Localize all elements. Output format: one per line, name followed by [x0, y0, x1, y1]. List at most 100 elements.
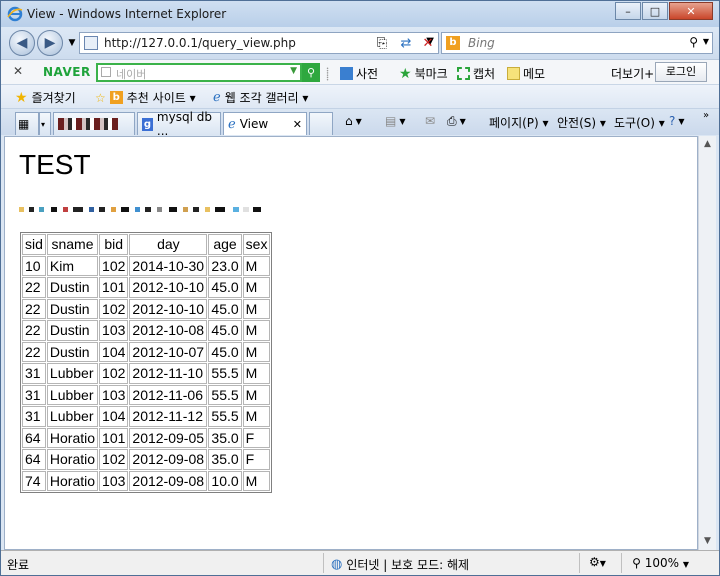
suggested-sites-link[interactable]: ☆ b 추천 사이트 ▾ [95, 89, 196, 106]
maximize-button[interactable]: □ [642, 2, 668, 20]
table-header-row: sid sname bid day age sex [22, 234, 271, 255]
home-button[interactable]: ⌂ ▼ [345, 114, 362, 128]
naver-more-button[interactable]: 더보기+ [611, 65, 654, 82]
query-results-table: sid sname bid day age sex 10 Kim 102 2014-1… [20, 232, 273, 493]
cell-sid: 22 [22, 277, 46, 298]
page-content: TEST sid sname bid day age sex 10 Kim 10… [4, 136, 698, 550]
stop-icon[interactable]: ✕ [419, 34, 437, 52]
search-icon[interactable]: ⚲ [689, 35, 698, 49]
naver-dictionary-button[interactable]: 사전 [340, 65, 378, 82]
security-zone[interactable]: ◍ 인터넷 | 보호 모드: 해제 [331, 556, 469, 573]
scroll-down-icon[interactable]: ▼ [699, 533, 716, 550]
cell-sex: M [242, 320, 271, 341]
window-title: View - Windows Internet Explorer [27, 7, 227, 21]
cell-sid: 31 [22, 384, 46, 405]
naver-search-placeholder[interactable]: 네이버 [116, 66, 146, 82]
naver-search-option-icon[interactable] [101, 67, 111, 77]
help-button[interactable]: ? ▼ [669, 114, 685, 128]
table-row: 31 Lubber 103 2012-11-06 55.5 M [22, 384, 271, 405]
tab-view[interactable]: ℯ View ✕ [223, 112, 307, 135]
cell-age: 10.0 [208, 470, 242, 491]
feeds-dropdown-icon: ▼ [399, 116, 406, 126]
title-bar: View - Windows Internet Explorer – □ ✕ [1, 1, 719, 27]
memo-icon [507, 67, 520, 80]
cell-sname: Kim [46, 255, 99, 276]
tools-menu[interactable]: 도구(O) ▾ [614, 114, 665, 131]
security-settings-icon[interactable]: ⚙▼ [589, 555, 606, 569]
cell-age: 45.0 [208, 341, 242, 362]
cell-bid: 102 [99, 363, 129, 384]
search-dropdown-icon[interactable]: ▼ [703, 37, 709, 46]
zoom-level[interactable]: ⚲ 100% ▼ [632, 556, 689, 570]
back-button[interactable]: ◀ [9, 30, 35, 56]
print-button[interactable]: ⎙ ▼ [447, 114, 466, 129]
suggested-sites-label: 추천 사이트 ▾ [126, 91, 196, 105]
address-url[interactable]: http://127.0.0.1/query_view.php [104, 36, 296, 50]
cell-sname: Dustin [46, 298, 99, 319]
cell-sname: Lubber [46, 384, 99, 405]
close-tab-icon[interactable]: ✕ [293, 118, 302, 131]
compatibility-view-icon[interactable]: ⎘ [373, 34, 391, 52]
cell-bid: 101 [99, 277, 129, 298]
naver-logo[interactable]: NAVER [43, 65, 91, 79]
favorites-star-icon: ★ [15, 89, 28, 106]
new-tab-button[interactable] [309, 112, 333, 135]
toolbar-overflow-icon[interactable]: » [703, 110, 709, 121]
cell-sex: M [242, 406, 271, 427]
cell-age: 35.0 [208, 427, 242, 448]
cell-sid: 31 [22, 406, 46, 427]
naver-close-icon[interactable]: ✕ [13, 64, 23, 78]
cell-day: 2012-10-10 [129, 277, 208, 298]
naver-dropdown-icon[interactable]: ▼ [290, 66, 297, 76]
mail-button[interactable]: ✉ [425, 114, 435, 128]
web-slice-gallery-label: 웹 조각 갤러리 ▾ [224, 91, 309, 105]
tab-mysql[interactable]: g mysql db ... [137, 110, 221, 138]
cell-age: 45.0 [208, 277, 242, 298]
close-window-button[interactable]: ✕ [669, 2, 713, 20]
naver-search-input[interactable]: 네이버 ▼ [96, 63, 302, 82]
status-divider [579, 553, 580, 573]
status-text: 완료 [7, 558, 30, 572]
cell-sex: M [242, 298, 271, 319]
safety-menu[interactable]: 안전(S) ▾ [557, 114, 606, 131]
feeds-icon: ▤ [385, 114, 397, 128]
cell-sex: M [242, 363, 271, 384]
cell-bid: 102 [99, 449, 129, 470]
cell-day: 2012-11-10 [129, 363, 208, 384]
naver-search-icon: ⚲ [306, 66, 316, 79]
minimize-button[interactable]: – [615, 2, 641, 20]
search-box[interactable]: b Bing ⚲ ▼ [441, 32, 713, 54]
bing-icon: b [446, 36, 460, 50]
quick-tabs-button[interactable]: ▦ [15, 112, 39, 135]
naver-capture-button[interactable]: 캡처 [457, 65, 495, 82]
help-dropdown-icon: ▼ [678, 116, 685, 126]
refresh-icon[interactable]: ⇄ [397, 34, 415, 52]
tab-blurred[interactable] [53, 112, 135, 135]
feeds-button[interactable]: ▤ ▼ [385, 114, 406, 128]
naver-bookmark-button[interactable]: ★ 북마크 [399, 65, 448, 82]
home-dropdown-icon: ▼ [355, 116, 362, 126]
cell-sname: Dustin [46, 277, 99, 298]
naver-search-button[interactable]: ⚲ [302, 63, 320, 82]
tab-list-button[interactable]: ▾ [39, 112, 51, 135]
bookmark-star-icon: ★ [399, 65, 412, 82]
cell-bid: 102 [99, 255, 129, 276]
print-dropdown-icon: ▼ [459, 117, 466, 126]
cell-sname: Dustin [46, 341, 99, 362]
naver-login-button[interactable]: 로그인 [655, 62, 707, 82]
cell-sid: 10 [22, 255, 46, 276]
forward-button[interactable]: ▶ [37, 30, 63, 56]
search-placeholder[interactable]: Bing [468, 36, 495, 50]
page-menu[interactable]: 페이지(P) ▾ [489, 114, 549, 131]
cell-bid: 103 [99, 320, 129, 341]
vertical-scrollbar[interactable]: ▲ ▼ [698, 136, 716, 550]
naver-memo-button[interactable]: 메모 [507, 65, 545, 82]
cell-age: 35.0 [208, 449, 242, 470]
cell-day: 2012-09-08 [129, 470, 208, 491]
page-icon [84, 36, 98, 50]
add-favorite-icon: ☆ [95, 90, 106, 105]
scroll-up-icon[interactable]: ▲ [699, 136, 716, 153]
web-slice-gallery-link[interactable]: ℯ 웹 조각 갤러리 ▾ [213, 89, 308, 106]
naver-memo-label: 메모 [523, 67, 546, 81]
favorites-button[interactable]: ★ 즐겨찾기 [15, 89, 76, 106]
